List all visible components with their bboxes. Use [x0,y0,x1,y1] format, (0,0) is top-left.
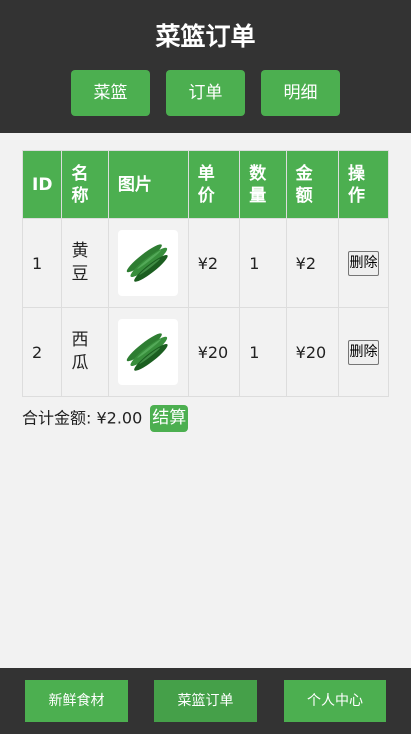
cell-price: ¥2 [187,218,241,308]
cell-name: 西瓜 [61,307,109,397]
cucumber-image [117,319,178,385]
cell-price: ¥20 [187,307,241,397]
table-row: 2 西瓜 ¥20 1 ¥20 删除 [21,307,390,397]
cell-action: 删除 [337,218,390,308]
cell-id: 2 [21,307,63,397]
column-header-amount: 金额 [285,150,339,219]
cell-image [107,307,189,397]
header-bar: 菜篮订单 菜篮 订单 明细 [0,0,411,133]
cell-image [107,218,189,308]
cucumber-icon [126,333,168,371]
column-header-quantity: 数量 [239,150,287,219]
total-amount-text: 合计金额: ¥2.00 [22,408,143,428]
cell-action: 删除 [337,307,390,397]
column-header-name: 名称 [61,150,109,219]
cell-amount: ¥20 [285,307,339,397]
nav-button-details[interactable]: 明细 [261,70,340,116]
tab-profile[interactable]: 个人中心 [284,680,386,722]
nav-button-basket[interactable]: 菜篮 [71,70,150,116]
column-header-price: 单价 [187,150,241,219]
basket-table: ID 名称 图片 单价 数量 金额 操作 1 黄豆 ¥2 1 ¥2 删除 2 西… [21,150,390,397]
page-title: 菜篮订单 [155,22,256,51]
checkout-button[interactable]: 结算 [150,405,189,432]
column-header-action: 操作 [337,150,390,219]
cucumber-icon [126,244,168,282]
tab-basket-orders[interactable]: 菜篮订单 [154,680,257,722]
cell-quantity: 1 [239,307,287,397]
column-header-image: 图片 [107,150,189,219]
cell-name: 黄豆 [61,218,109,308]
table-row: 1 黄豆 ¥2 1 ¥2 删除 [21,218,390,308]
delete-button[interactable]: 删除 [347,339,379,365]
cell-quantity: 1 [239,218,287,308]
bottom-tab-bar: 新鲜食材 菜篮订单 个人中心 [0,668,411,734]
table-header-row: ID 名称 图片 单价 数量 金额 操作 [21,150,390,219]
delete-button[interactable]: 删除 [347,250,379,276]
cell-amount: ¥2 [285,218,339,308]
nav-button-orders[interactable]: 订单 [166,70,245,116]
tab-fresh-food[interactable]: 新鲜食材 [25,680,128,722]
column-header-id: ID [21,150,63,219]
cell-id: 1 [21,218,63,308]
total-summary: 合计金额: ¥2.00 结算 [22,404,189,432]
cucumber-image [117,230,178,296]
